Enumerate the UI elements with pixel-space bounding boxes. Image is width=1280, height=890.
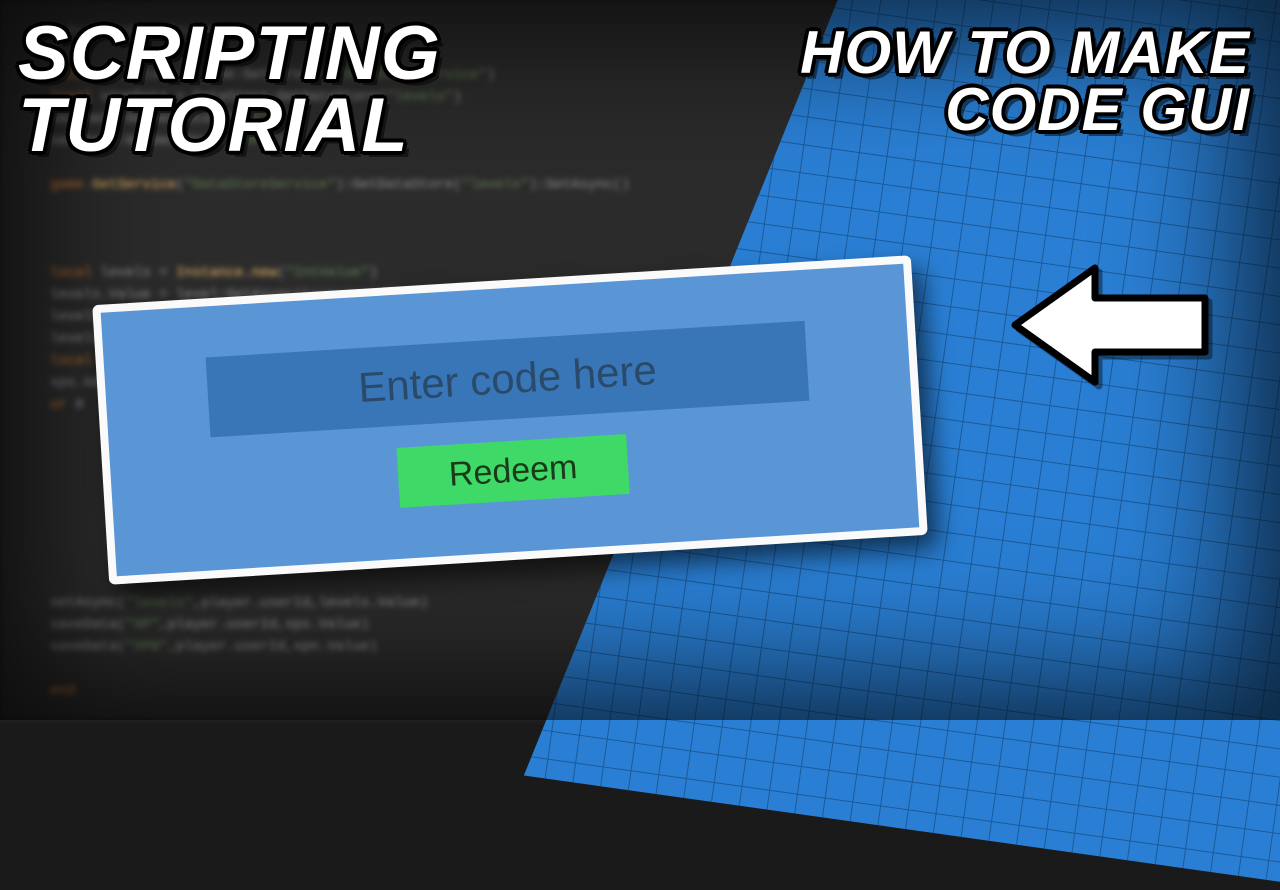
- title-left-line2: TUTORIAL: [18, 90, 441, 162]
- title-left-line1: SCRIPTING: [18, 18, 441, 90]
- title-left: SCRIPTING TUTORIAL: [18, 18, 441, 162]
- arrow-left-icon: [1010, 260, 1210, 390]
- code-input[interactable]: [206, 321, 810, 437]
- code-gui-panel: Redeem: [92, 255, 928, 585]
- title-right-line2: CODE GUI: [800, 81, 1250, 138]
- redeem-button[interactable]: Redeem: [396, 434, 629, 508]
- title-right: HOW TO MAKE CODE GUI: [800, 24, 1250, 138]
- title-right-line1: HOW TO MAKE: [800, 24, 1250, 81]
